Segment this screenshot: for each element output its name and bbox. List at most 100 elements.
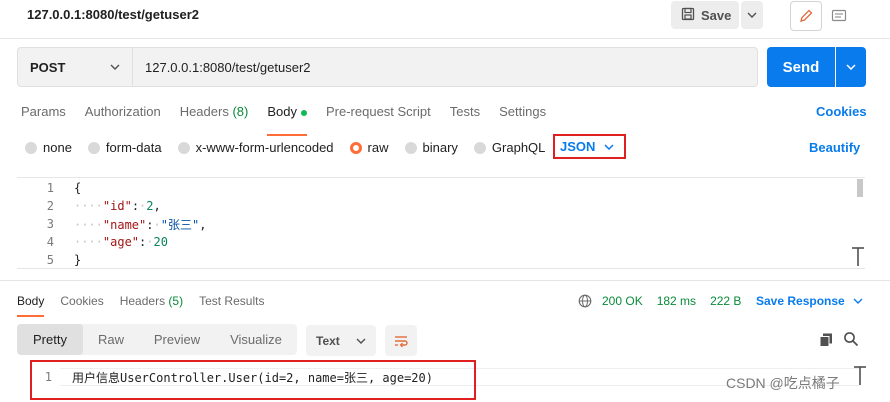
copy-icon: [819, 333, 832, 347]
radio-label: raw: [367, 140, 389, 155]
save-response-dropdown[interactable]: Save Response: [756, 294, 863, 308]
tab-authorization[interactable]: Authorization: [85, 104, 161, 128]
response-meta: 200 OK 182 ms 222 B: [578, 294, 741, 308]
code-text: ····"name":·"张三",: [74, 217, 207, 232]
radio-circle: [404, 141, 417, 154]
save-button[interactable]: Save: [671, 1, 739, 29]
comments-button[interactable]: [826, 4, 852, 28]
section-divider: [0, 280, 890, 281]
language-dropdown[interactable]: JSON: [553, 134, 626, 159]
resize-handle-icon: [854, 366, 866, 385]
chevron-down-icon: [604, 143, 614, 150]
view-raw-button[interactable]: Raw: [83, 324, 139, 355]
code-line: 5 }: [17, 251, 81, 269]
response-tab-body[interactable]: Body: [17, 294, 45, 317]
beautify-link[interactable]: Beautify: [809, 140, 860, 155]
tab-prerequest-script[interactable]: Pre-request Script: [326, 104, 431, 128]
view-preview-button[interactable]: Preview: [139, 324, 215, 355]
radio-urlencoded[interactable]: x-www-form-urlencoded: [177, 140, 334, 155]
response-tabs: Body Cookies Headers (5) Test Results: [17, 294, 280, 317]
radio-raw[interactable]: raw: [349, 140, 389, 155]
radio-none[interactable]: none: [25, 140, 72, 155]
tab-headers-label: Headers: [179, 104, 229, 119]
radio-circle-selected: [349, 141, 362, 154]
tab-tests[interactable]: Tests: [450, 104, 480, 128]
body-editor[interactable]: 1 { 2 ····"id":·2, 3 ····"name":·"张三", 4…: [17, 177, 865, 269]
code-line: 2 ····"id":·2,: [17, 197, 161, 215]
radio-graphql[interactable]: GraphQL: [473, 140, 546, 155]
request-tabs: Params Authorization Headers (8) Body Pr…: [21, 104, 565, 136]
response-tab-test-results[interactable]: Test Results: [199, 294, 264, 308]
line-number: 3: [46, 217, 54, 231]
search-icon: [844, 332, 859, 347]
wrap-lines-button[interactable]: [385, 325, 417, 356]
code-text: }: [74, 253, 82, 267]
response-time[interactable]: 182 ms: [657, 294, 696, 308]
chevron-down-icon: [846, 64, 856, 70]
radio-label: none: [43, 140, 72, 155]
globe-icon: [578, 294, 592, 308]
response-tab-headers-count: (5): [168, 294, 184, 308]
view-visualize-button[interactable]: Visualize: [215, 324, 297, 355]
request-title[interactable]: 127.0.0.1:8080/test/getuser2: [27, 7, 199, 22]
tab-settings[interactable]: Settings: [499, 104, 546, 128]
save-options-dropdown[interactable]: [741, 1, 763, 29]
comment-icon: [831, 9, 847, 22]
tab-params[interactable]: Params: [21, 104, 66, 128]
resize-handle-icon: [852, 247, 864, 266]
response-format-dropdown[interactable]: Text: [306, 325, 376, 356]
status-code[interactable]: 200 OK: [602, 294, 643, 308]
code-text: {: [74, 181, 82, 195]
code-text: ····"age":·20: [74, 235, 168, 249]
watermark: CSDN @吃点橘子: [726, 375, 840, 391]
radio-binary[interactable]: binary: [404, 140, 458, 155]
editor-scrollbar[interactable]: [857, 179, 863, 197]
body-indicator-dot: [300, 109, 307, 116]
radio-label: GraphQL: [491, 140, 546, 155]
response-tab-headers[interactable]: Headers (5): [120, 294, 183, 308]
response-highlight-box: [30, 360, 476, 400]
wrap-lines-icon: [395, 335, 408, 347]
radio-circle: [473, 141, 486, 154]
chevron-down-icon: [356, 338, 366, 344]
tab-body-label: Body: [267, 104, 297, 119]
method-select[interactable]: POST: [17, 47, 133, 87]
radio-circle: [25, 141, 37, 154]
edit-button[interactable]: [790, 1, 822, 31]
radio-label: form-data: [105, 140, 162, 155]
response-tab-headers-label: Headers: [119, 294, 166, 308]
response-tab-cookies[interactable]: Cookies: [60, 294, 103, 308]
search-response-button[interactable]: [843, 331, 859, 350]
code-text: ····"id":·2,: [74, 199, 161, 213]
chevron-down-icon: [747, 12, 757, 18]
response-size[interactable]: 222 B: [710, 294, 741, 308]
line-number: 5: [46, 253, 54, 267]
tab-headers[interactable]: Headers (8): [180, 104, 249, 128]
cookies-link[interactable]: Cookies: [816, 104, 867, 119]
pencil-icon: [800, 9, 813, 22]
send-button[interactable]: Send: [767, 47, 835, 87]
response-resize-handle[interactable]: [853, 366, 867, 389]
line-number: 2: [46, 199, 54, 213]
code-line: 3 ····"name":·"张三",: [17, 215, 207, 233]
radio-circle: [87, 141, 100, 154]
response-view-switch: Pretty Raw Preview Visualize: [17, 324, 297, 355]
copy-button[interactable]: [818, 332, 834, 351]
tab-headers-count: (8): [232, 104, 249, 119]
response-format-label: Text: [316, 333, 340, 348]
chevron-down-icon: [853, 298, 863, 304]
radio-label: x-www-form-urlencoded: [195, 140, 334, 155]
view-pretty-button[interactable]: Pretty: [17, 324, 83, 355]
editor-resize-handle[interactable]: [851, 247, 865, 270]
save-label: Save: [701, 7, 732, 23]
tab-body[interactable]: Body: [267, 104, 307, 136]
radio-form-data[interactable]: form-data: [87, 140, 162, 155]
radio-circle: [177, 141, 190, 154]
line-number: 4: [46, 235, 54, 249]
save-response-label: Save Response: [756, 294, 845, 308]
save-icon: [681, 7, 695, 24]
method-label: POST: [30, 59, 66, 75]
url-input[interactable]: 127.0.0.1:8080/test/getuser2: [133, 47, 758, 87]
send-options-dropdown[interactable]: [836, 47, 866, 87]
language-label: JSON: [560, 139, 596, 154]
